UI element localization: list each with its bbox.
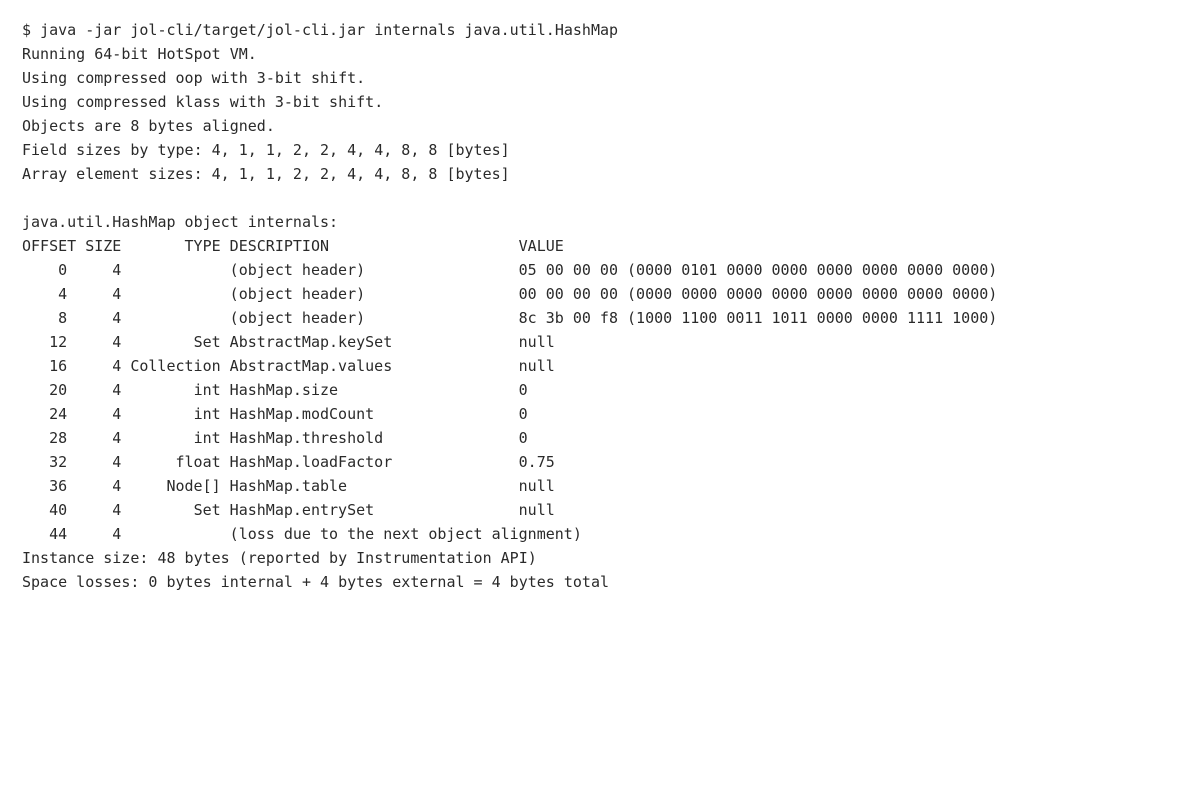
cell-size: 4 — [85, 522, 130, 546]
cell-type: Set — [130, 330, 229, 354]
cell-type: int — [130, 378, 229, 402]
cell-type — [130, 306, 229, 330]
vm-info-line: Using compressed oop with 3-bit shift. — [22, 66, 1178, 90]
table-row: 84 (object header)8c 3b 00 f8 (1000 1100 … — [22, 306, 1178, 330]
cell-offset: 36 — [22, 474, 85, 498]
command-text: java -jar jol-cli/target/jol-cli.jar int… — [40, 21, 618, 39]
cell-value: 0 — [519, 378, 1178, 402]
cell-type: Set — [130, 498, 229, 522]
cell-type: float — [130, 450, 229, 474]
vm-info-line: Using compressed klass with 3-bit shift. — [22, 90, 1178, 114]
vm-info-line: Array element sizes: 4, 1, 1, 2, 2, 4, 4… — [22, 162, 1178, 186]
summary-line: Space losses: 0 bytes internal + 4 bytes… — [22, 570, 1178, 594]
cell-description: HashMap.table — [230, 474, 519, 498]
terminal-output: $ java -jar jol-cli/target/jol-cli.jar i… — [22, 18, 1178, 594]
cell-description: HashMap.modCount — [230, 402, 519, 426]
cell-offset: 16 — [22, 354, 85, 378]
cell-value: 0 — [519, 426, 1178, 450]
prompt-symbol: $ — [22, 21, 40, 39]
table-row: 444 (loss due to the next object alignmen… — [22, 522, 1178, 546]
table-row: 204intHashMap.size0 — [22, 378, 1178, 402]
cell-offset: 4 — [22, 282, 85, 306]
internals-table-body: 04(object header)05 00 00 00 (0000 0101 … — [22, 258, 1178, 546]
cell-size: 4 — [85, 354, 130, 378]
table-row: 284intHashMap.threshold0 — [22, 426, 1178, 450]
cell-size: 4 — [85, 474, 130, 498]
cell-value: 0 — [519, 402, 1178, 426]
cell-description: HashMap.entrySet — [230, 498, 519, 522]
table-header-row: OFFSET SIZE TYPE DESCRIPTION VALUE — [22, 234, 1178, 258]
cell-value: 0.75 — [519, 450, 1178, 474]
header-size: SIZE — [85, 234, 130, 258]
header-offset: OFFSET — [22, 234, 85, 258]
cell-value: null — [519, 354, 1178, 378]
cell-description: AbstractMap.keySet — [230, 330, 519, 354]
cell-type: Collection — [130, 354, 229, 378]
cell-size: 4 — [85, 426, 130, 450]
cell-type: Node[] — [130, 474, 229, 498]
cell-offset: 20 — [22, 378, 85, 402]
cell-type: int — [130, 426, 229, 450]
table-row: 244intHashMap.modCount0 — [22, 402, 1178, 426]
table-row: 324floatHashMap.loadFactor0.75 — [22, 450, 1178, 474]
summary-line: Instance size: 48 bytes (reported by Ins… — [22, 546, 1178, 570]
cell-value: null — [519, 498, 1178, 522]
cell-size: 4 — [85, 330, 130, 354]
cell-size: 4 — [85, 378, 130, 402]
table-row: 124SetAbstractMap.keySetnull — [22, 330, 1178, 354]
cell-value: 00 00 00 00 (0000 0000 0000 0000 0000 00… — [519, 282, 1178, 306]
cell-value: 8c 3b 00 f8 (1000 1100 0011 1011 0000 00… — [519, 306, 1178, 330]
cell-size: 4 — [85, 306, 130, 330]
vm-info-line: Objects are 8 bytes aligned. — [22, 114, 1178, 138]
header-type: TYPE — [130, 234, 229, 258]
cell-description: (object header) — [230, 282, 519, 306]
command-line: $ java -jar jol-cli/target/jol-cli.jar i… — [22, 18, 1178, 42]
cell-description: HashMap.size — [230, 378, 519, 402]
table-row: 44 (object header)00 00 00 00 (0000 0000 … — [22, 282, 1178, 306]
cell-size: 4 — [85, 258, 130, 282]
cell-size: 4 — [85, 498, 130, 522]
vm-info-line: Running 64-bit HotSpot VM. — [22, 42, 1178, 66]
cell-offset: 12 — [22, 330, 85, 354]
cell-type — [130, 522, 229, 546]
cell-offset: 44 — [22, 522, 85, 546]
cell-size: 4 — [85, 282, 130, 306]
cell-description: (loss due to the next object alignment) — [230, 522, 519, 546]
vm-info-block: Running 64-bit HotSpot VM.Using compress… — [22, 42, 1178, 186]
table-row: 164CollectionAbstractMap.valuesnull — [22, 354, 1178, 378]
cell-offset: 24 — [22, 402, 85, 426]
cell-offset: 28 — [22, 426, 85, 450]
cell-description: HashMap.loadFactor — [230, 450, 519, 474]
internals-title: java.util.HashMap object internals: — [22, 210, 1178, 234]
cell-description: AbstractMap.values — [230, 354, 519, 378]
table-row: 04 (object header)05 00 00 00 (0000 0101 … — [22, 258, 1178, 282]
table-row: 364Node[]HashMap.tablenull — [22, 474, 1178, 498]
summary-block: Instance size: 48 bytes (reported by Ins… — [22, 546, 1178, 594]
cell-value: null — [519, 474, 1178, 498]
blank-line — [22, 186, 1178, 210]
cell-size: 4 — [85, 402, 130, 426]
cell-value — [519, 522, 1178, 546]
cell-size: 4 — [85, 450, 130, 474]
table-row: 404SetHashMap.entrySetnull — [22, 498, 1178, 522]
cell-offset: 0 — [22, 258, 85, 282]
vm-info-line: Field sizes by type: 4, 1, 1, 2, 2, 4, 4… — [22, 138, 1178, 162]
header-description: DESCRIPTION — [230, 234, 519, 258]
cell-type — [130, 282, 229, 306]
cell-value: null — [519, 330, 1178, 354]
cell-description: (object header) — [230, 306, 519, 330]
cell-offset: 40 — [22, 498, 85, 522]
cell-type — [130, 258, 229, 282]
cell-type: int — [130, 402, 229, 426]
cell-offset: 32 — [22, 450, 85, 474]
cell-description: (object header) — [230, 258, 519, 282]
cell-value: 05 00 00 00 (0000 0101 0000 0000 0000 00… — [519, 258, 1178, 282]
cell-offset: 8 — [22, 306, 85, 330]
cell-description: HashMap.threshold — [230, 426, 519, 450]
header-value: VALUE — [519, 234, 1178, 258]
